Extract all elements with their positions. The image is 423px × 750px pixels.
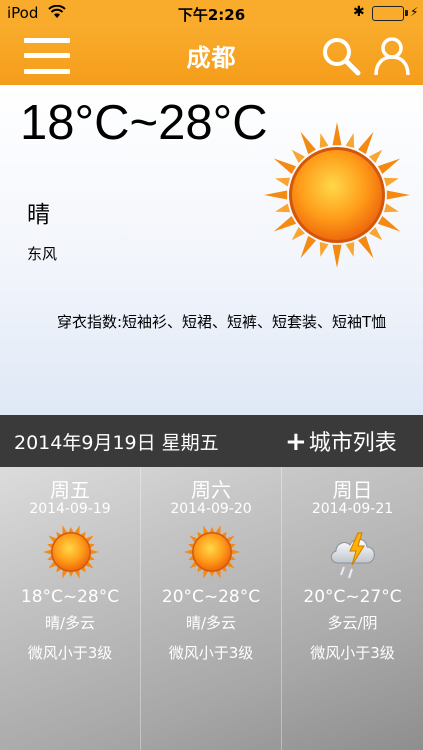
sun-ray — [264, 190, 288, 200]
forecast-condition: 多云/阴 — [327, 614, 378, 632]
search-button[interactable] — [320, 35, 362, 77]
battery-icon — [372, 6, 404, 21]
sun-ray — [273, 158, 297, 174]
forecast-wind: 微风小于3级 — [27, 644, 113, 662]
user-button[interactable] — [372, 35, 412, 77]
sun-ray — [319, 241, 329, 257]
city-list-label: 城市列表 — [308, 431, 397, 456]
dress-index: 穿衣指数:短袖衫、短裙、短裤、短套装、短袖T恤 — [57, 313, 387, 331]
current-weather-panel: 18°C~28°C 晴 东风 穿衣指数:短袖衫、短裙、短裤、短套装、短袖T恤 — [0, 85, 423, 415]
city-list-button[interactable]: +城市列表 — [285, 425, 397, 457]
sun-ray — [369, 227, 383, 241]
sun-ray — [319, 133, 329, 149]
sun-ray — [358, 131, 374, 155]
sun-icon — [184, 525, 240, 579]
plus-icon: + — [285, 427, 307, 457]
sun-icon — [264, 122, 410, 268]
sun-ray — [358, 235, 374, 259]
sun-ray — [275, 177, 291, 187]
forecast-temp: 20°C~28°C — [161, 587, 261, 607]
status-bar: iPod 下午2:26 ✱ ⚡ — [0, 0, 423, 27]
forecast-day-3[interactable]: 周日 2014-09-21 20°C~27°C 多云/阴 微风小于3级 — [282, 467, 423, 750]
sun-ray — [90, 549, 99, 555]
sun-ray — [300, 235, 316, 259]
forecast-wind: 微风小于3级 — [168, 644, 254, 662]
sun-disc — [193, 533, 231, 571]
charging-icon: ⚡ — [410, 5, 419, 19]
forecast-temp: 18°C~28°C — [20, 587, 120, 607]
date-bar: 2014年9月19日 星期五 +城市列表 — [0, 415, 423, 467]
sun-ray — [332, 244, 342, 268]
sun-ray — [231, 549, 240, 555]
current-wind: 东风 — [27, 245, 58, 263]
sun-ray — [68, 571, 74, 577]
forecast-condition: 晴/多云 — [44, 614, 96, 632]
user-icon — [374, 37, 410, 76]
sun-ray — [383, 203, 399, 213]
sun-ray — [332, 122, 342, 146]
forecast-date: 2014-09-19 — [29, 501, 111, 517]
forecast-panel: 周五 2014-09-19 18°C~28°C 晴/多云 微风小于3级 周六 2… — [0, 467, 423, 750]
sun-ray — [291, 149, 305, 163]
forecast-date: 2014-09-20 — [170, 501, 252, 517]
thunderstorm-icon — [330, 532, 375, 579]
current-date: 2014年9月19日 星期五 — [14, 432, 219, 454]
forecast-weekday: 周日 — [332, 478, 373, 502]
sun-ray — [345, 133, 355, 149]
sun-icon — [43, 525, 99, 579]
nav-bar: 成都 — [0, 27, 423, 85]
sun-ray — [383, 177, 399, 187]
battery-tip — [405, 10, 408, 16]
forecast-temp: 20°C~27°C — [303, 587, 402, 607]
current-condition: 晴 — [27, 202, 50, 228]
sun-ray — [377, 216, 401, 232]
sun-disc — [52, 533, 90, 571]
sun-ray — [369, 149, 383, 163]
forecast-day-1[interactable]: 周五 2014-09-19 18°C~28°C 晴/多云 微风小于3级 — [0, 467, 141, 750]
forecast-condition: 晴/多云 — [185, 614, 237, 632]
sun-ray — [377, 158, 401, 174]
search-icon — [323, 38, 361, 76]
sun-ray — [184, 549, 193, 555]
forecast-date: 2014-09-21 — [311, 501, 394, 517]
sun-ray — [300, 131, 316, 155]
sun-ray — [275, 203, 291, 213]
sun-ray — [291, 227, 305, 241]
sun-ray — [273, 216, 297, 232]
sun-ray — [386, 190, 410, 200]
forecast-weekday: 周五 — [50, 478, 90, 502]
bluetooth-icon: ✱ — [353, 4, 365, 20]
forecast-weekday: 周六 — [191, 478, 231, 502]
sun-ray — [209, 571, 215, 577]
forecast-day-2[interactable]: 周六 2014-09-20 20°C~28°C 晴/多云 微风小于3级 — [141, 467, 282, 750]
sun-ray — [68, 527, 74, 533]
forecast-wind: 微风小于3级 — [310, 644, 395, 662]
sun-ray — [345, 241, 355, 257]
current-temp-range: 18°C~28°C — [20, 96, 268, 150]
sun-ray — [209, 527, 215, 533]
sun-ray — [43, 549, 52, 555]
